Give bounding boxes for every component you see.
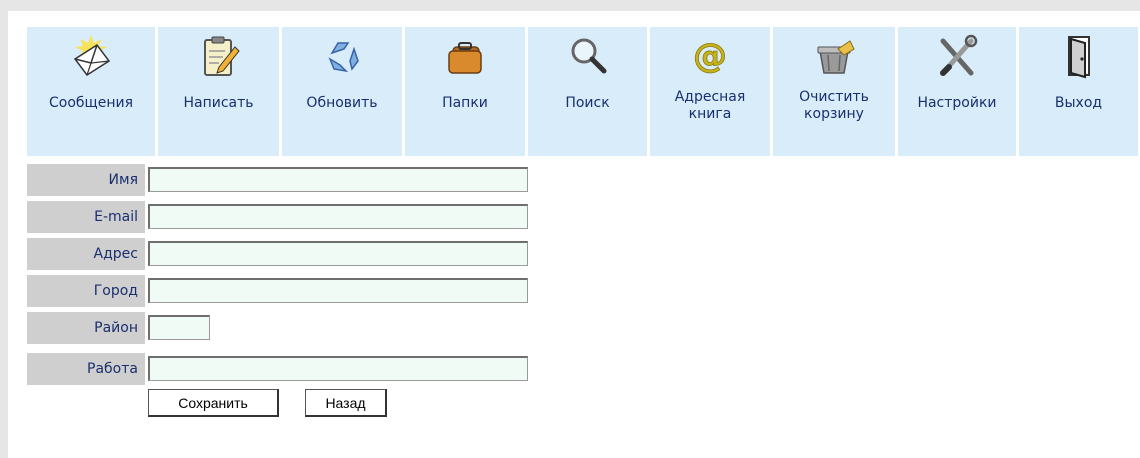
- top-border: [0, 0, 1140, 11]
- district-field[interactable]: [148, 315, 210, 340]
- folders-label: Папки: [442, 95, 488, 111]
- settings-button[interactable]: Настройки: [898, 27, 1016, 156]
- address-field[interactable]: [148, 241, 528, 266]
- refresh-button[interactable]: Обновить: [282, 27, 402, 156]
- logout-label: Выход: [1054, 95, 1103, 111]
- messages-label: Сообщения: [48, 95, 133, 111]
- empty-trash-button[interactable]: Очистить корзину: [773, 27, 895, 156]
- work-label: Работа: [27, 353, 145, 385]
- search-label: Поиск: [565, 95, 610, 111]
- svg-text:@: @: [693, 36, 727, 76]
- name-label: Имя: [27, 164, 145, 196]
- trash-icon: [810, 33, 858, 81]
- compose-button[interactable]: Написать: [158, 27, 279, 156]
- address-book-button[interactable]: @ Адресная книга: [650, 27, 770, 156]
- refresh-icon: [318, 33, 366, 81]
- email-label: E-mail: [27, 201, 145, 233]
- form-row-district: Район: [27, 312, 537, 344]
- refresh-label: Обновить: [306, 95, 378, 111]
- at-sign-icon: @: [686, 33, 734, 81]
- briefcase-icon: [441, 33, 489, 81]
- address-book-label: Адресная книга: [674, 89, 746, 122]
- name-field[interactable]: [148, 167, 528, 192]
- back-button[interactable]: Назад: [305, 389, 387, 417]
- folders-button[interactable]: Папки: [405, 27, 525, 156]
- tools-icon: [933, 33, 981, 81]
- logout-button[interactable]: Выход: [1019, 27, 1138, 156]
- clipboard-pencil-icon: [195, 33, 243, 81]
- form-row-email: E-mail: [27, 201, 537, 233]
- email-field[interactable]: [148, 204, 528, 229]
- work-field[interactable]: [148, 356, 528, 381]
- envelope-icon: [67, 33, 115, 81]
- address-label: Адрес: [27, 238, 145, 270]
- district-label: Район: [27, 312, 145, 344]
- messages-button[interactable]: Сообщения: [27, 27, 155, 156]
- toolbar: Сообщения Написать Обновить Папки Поиск …: [27, 27, 1138, 156]
- search-button[interactable]: Поиск: [528, 27, 647, 156]
- magnifier-icon: [564, 33, 612, 81]
- save-button[interactable]: Сохранить: [148, 389, 279, 417]
- form-row-name: Имя: [27, 164, 537, 196]
- city-field[interactable]: [148, 278, 528, 303]
- settings-label: Настройки: [917, 95, 997, 111]
- form-row-address: Адрес: [27, 238, 537, 270]
- form-row-city: Город: [27, 275, 537, 307]
- compose-label: Написать: [183, 95, 254, 111]
- form-row-work: Работа: [27, 353, 537, 385]
- left-border: [0, 11, 8, 458]
- door-icon: [1055, 33, 1103, 81]
- empty-trash-label: Очистить корзину: [799, 89, 869, 122]
- city-label: Город: [27, 275, 145, 307]
